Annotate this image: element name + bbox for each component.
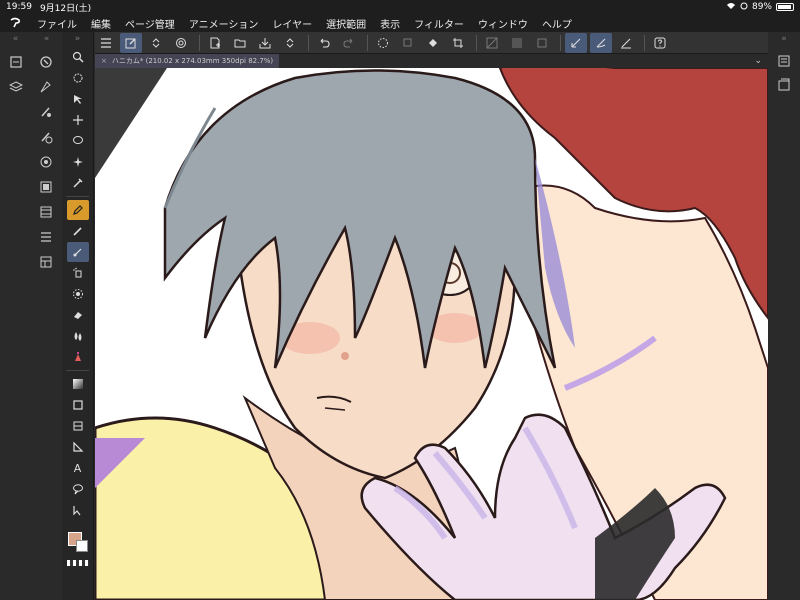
snap-to-special-ruler-icon[interactable] [590, 32, 612, 53]
menu-page[interactable]: ページ管理 [118, 16, 182, 31]
fill-bucket-icon[interactable] [422, 33, 444, 53]
lasso-tool-icon[interactable] [67, 131, 89, 151]
hand-tool-icon[interactable] [67, 68, 89, 88]
open-file-icon[interactable] [229, 33, 251, 53]
menu-edit[interactable]: 編集 [84, 16, 118, 31]
zoom-tool-icon[interactable] [67, 47, 89, 67]
gradient-tool-icon[interactable] [67, 374, 89, 394]
object-tool-icon[interactable] [67, 89, 89, 109]
left-palette-bar: « « [0, 32, 62, 600]
lock-rotation-icon [740, 2, 748, 13]
crop-icon[interactable] [447, 33, 469, 53]
eyedropper-icon[interactable] [67, 173, 89, 193]
status-date: 9月12日(土) [39, 3, 92, 14]
document-tab-bar: × ハニカム* (210.02 x 274.03mm 350dpi 82.7%)… [95, 54, 768, 68]
menu-filter[interactable]: フィルター [407, 16, 471, 31]
tool-property-icon[interactable] [36, 77, 56, 97]
menu-window[interactable]: ウィンドウ [471, 16, 535, 31]
snap-to-grid-icon[interactable] [615, 33, 637, 53]
pen-tool-icon[interactable] [66, 200, 89, 220]
eraser-tool-icon[interactable] [67, 305, 89, 325]
battery-icon [776, 3, 794, 11]
menu-file[interactable]: ファイル [30, 16, 84, 31]
menu-selection[interactable]: 選択範囲 [319, 16, 373, 31]
transparent-color-swatch[interactable] [67, 560, 89, 566]
ruler-tool-icon[interactable] [67, 437, 89, 457]
battery-percentage: 89% [751, 2, 772, 12]
right-palette-bar: « [768, 32, 800, 600]
tool-separator [66, 196, 89, 197]
help-icon[interactable] [649, 33, 671, 53]
transform-icon[interactable] [397, 33, 419, 53]
navigator-icon[interactable] [36, 52, 56, 72]
brush-size-icon[interactable] [36, 102, 56, 122]
right-collapse-icon[interactable]: « [768, 32, 800, 46]
blend-tool-icon[interactable] [67, 326, 89, 346]
edit-mode-icon[interactable] [120, 32, 142, 53]
new-file-icon[interactable] [204, 33, 226, 53]
companion-mode-icon[interactable] [170, 33, 192, 53]
magic-wand-icon[interactable] [67, 152, 89, 172]
close-tab-icon[interactable]: × [101, 57, 107, 65]
correct-line-icon[interactable] [67, 500, 89, 520]
deselect-icon[interactable] [481, 33, 503, 53]
stepper-arrows-icon[interactable] [279, 33, 301, 53]
fill-tool-icon[interactable] [67, 347, 89, 367]
drawing-canvas[interactable] [95, 68, 768, 600]
selection-border-icon[interactable] [531, 33, 553, 53]
frame-border-icon[interactable] [67, 416, 89, 436]
hamburger-menu-icon[interactable] [95, 33, 117, 53]
collapse-right-icon[interactable]: « [44, 34, 50, 44]
wifi-icon [726, 2, 736, 13]
stepper-arrows-icon[interactable] [145, 33, 167, 53]
tool-collapse-icon[interactable]: » [62, 32, 93, 46]
left-collapse-row: « « [0, 32, 62, 46]
sub-color-swatch[interactable] [76, 540, 88, 552]
timeline-icon[interactable] [36, 202, 56, 222]
layer-property-icon[interactable] [774, 52, 794, 70]
brush-tool-icon[interactable] [66, 242, 89, 262]
decoration-tool-icon[interactable] [67, 284, 89, 304]
menu-help[interactable]: ヘルプ [535, 16, 579, 31]
command-bar [95, 32, 768, 54]
artwork-illustration [95, 68, 768, 600]
menu-view[interactable]: 表示 [373, 16, 407, 31]
status-bar: 19:59 9月12日(土) 89% [0, 0, 800, 14]
redo-icon[interactable] [338, 33, 360, 53]
move-tool-icon[interactable] [67, 110, 89, 130]
clip-studio-logo-icon[interactable] [0, 14, 30, 32]
menu-bar: ファイル 編集 ページ管理 アニメーション レイヤー 選択範囲 表示 フィルター… [0, 14, 800, 32]
clear-icon[interactable] [372, 33, 394, 53]
menu-animation[interactable]: アニメーション [182, 16, 266, 31]
text-tool-icon[interactable]: A [67, 458, 89, 478]
collapse-left-icon[interactable]: « [13, 34, 19, 44]
airbrush-tool-icon[interactable] [67, 263, 89, 283]
undo-icon[interactable] [313, 33, 335, 53]
chevron-down-icon[interactable]: ⌄ [754, 56, 768, 66]
menu-layer[interactable]: レイヤー [265, 16, 319, 31]
color-set-icon[interactable] [36, 152, 56, 172]
pencil-tool-icon[interactable] [67, 221, 89, 241]
snap-to-ruler-icon[interactable] [565, 32, 587, 53]
status-time: 19:59 [6, 2, 32, 12]
tool-palette: » A [62, 32, 94, 600]
material-icon[interactable] [36, 252, 56, 272]
layer-list-icon[interactable] [36, 227, 56, 247]
balloon-tool-icon[interactable] [67, 479, 89, 499]
sub-tool-icon[interactable] [6, 52, 26, 72]
material-library-icon[interactable] [774, 76, 794, 94]
tool-separator [66, 370, 89, 371]
save-icon[interactable] [254, 33, 276, 53]
document-tab[interactable]: × ハニカム* (210.02 x 274.03mm 350dpi 82.7%) [95, 54, 280, 68]
layers-icon[interactable] [6, 77, 26, 97]
figure-tool-icon[interactable] [67, 395, 89, 415]
invert-selection-icon[interactable] [506, 33, 528, 53]
document-tab-title: ハニカム* (210.02 x 274.03mm 350dpi 82.7%) [111, 57, 274, 65]
intermediate-color-icon[interactable] [36, 177, 56, 197]
color-wheel-icon[interactable] [36, 127, 56, 147]
